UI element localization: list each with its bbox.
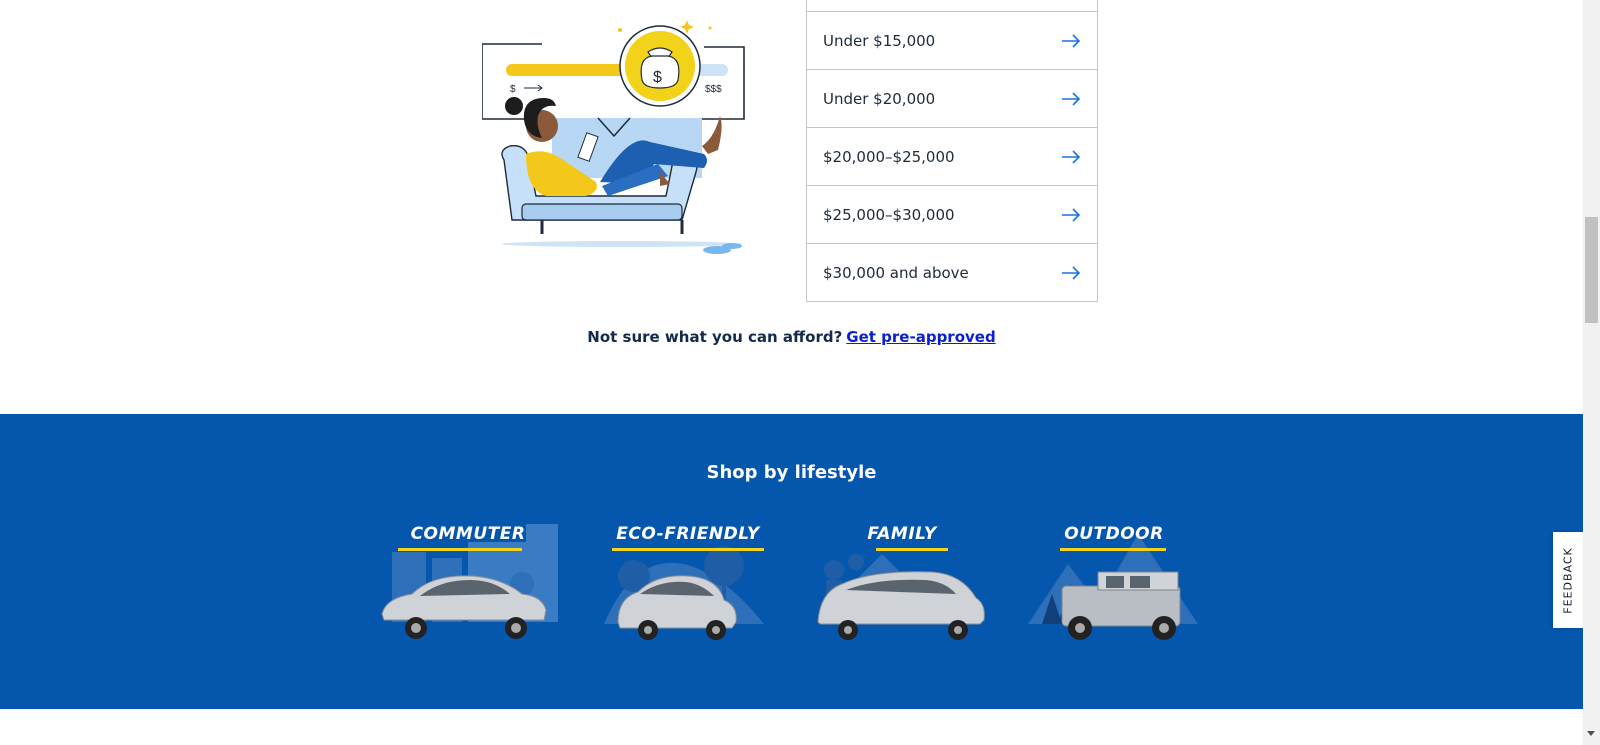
section-title: Shop by lifestyle [706,462,877,483]
price-row-20000-25000[interactable]: $20,000–$25,000 [807,128,1097,186]
price-range-list: Under $15,000 Under $20,000 $20,000–$25,… [806,0,1098,302]
feedback-label: FEEDBACK [1561,546,1575,614]
slider-high-label: $$$ [705,84,722,95]
scrollbar-thumb[interactable] [1585,217,1598,323]
tile-label: COMMUTER [410,524,526,544]
price-row-label: Under $20,000 [823,89,936,108]
vertical-scrollbar[interactable] [1583,0,1600,745]
slider-low-label: $ [510,84,516,95]
price-row-label: $30,000 and above [823,263,969,282]
lifestyle-tile-outdoor[interactable]: OUTDOOR [1028,524,1200,642]
afford-prompt-text: Not sure what you can afford? [587,328,843,346]
price-row-under-20000[interactable]: Under $20,000 [807,70,1097,128]
price-row-label: Under $15,000 [823,31,936,50]
price-row-partial [807,0,1097,12]
lifestyle-tile-eco-friendly[interactable]: ECO-FRIENDLY [604,524,772,642]
label-underline [876,548,948,551]
page: $ $$$ $ Under $15,000 Under $20,000 $20,… [0,0,1583,745]
lifestyle-tile-commuter[interactable]: COMMUTER [376,524,560,642]
lifestyle-tile-family[interactable]: FAMILY [812,524,992,642]
price-row-30000-above[interactable]: $30,000 and above [807,244,1097,301]
money-bag-symbol: $ [653,69,662,86]
price-row-label: $25,000–$30,000 [823,205,955,224]
get-pre-approved-link[interactable]: Get pre-approved [846,328,995,346]
label-underline [398,548,522,551]
price-row-25000-30000[interactable]: $25,000–$30,000 [807,186,1097,244]
arrow-right-icon [1062,33,1081,48]
tile-label: ECO-FRIENDLY [616,524,760,544]
budget-illustration: $ $$$ $ [481,14,762,266]
label-underline [1060,548,1166,551]
tile-label: FAMILY [867,524,937,544]
label-underline [612,548,764,551]
price-row-under-15000[interactable]: Under $15,000 [807,12,1097,70]
arrow-right-icon [1062,149,1081,164]
arrow-right-icon [1062,207,1081,222]
arrow-right-icon [1062,91,1081,106]
price-row-label: $20,000–$25,000 [823,147,955,166]
shop-by-lifestyle-section: Shop by lifestyle COMMUTER ECO-FRIENDLY … [0,414,1583,709]
scroll-down-arrow-icon[interactable] [1587,731,1595,736]
afford-prompt: Not sure what you can afford? Get pre-app… [0,328,1583,346]
feedback-tab[interactable]: FEEDBACK [1553,532,1583,628]
arrow-right-icon [1062,265,1081,280]
tile-label: OUTDOOR [1064,524,1164,544]
